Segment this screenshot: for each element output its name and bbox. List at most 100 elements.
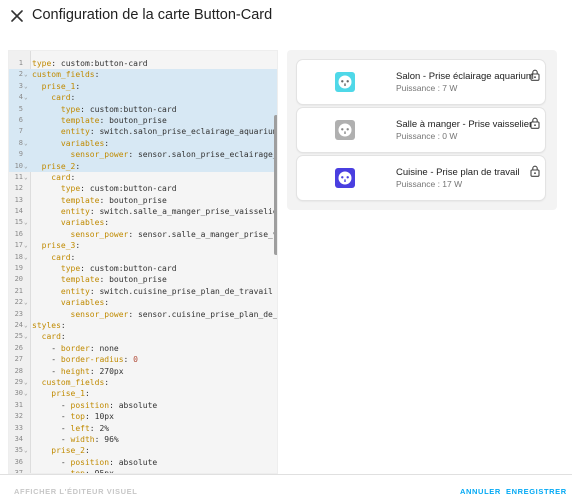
code-key: entity — [60, 207, 90, 217]
code-val: switch.salle_a_manger_prise_vaisselier — [99, 207, 278, 217]
code-key: sensor_power — [70, 150, 129, 160]
code-line[interactable]: 11 ⌄ card: — [9, 172, 277, 183]
code-sep: : — [89, 127, 100, 137]
line-number: 1 — [18, 59, 23, 67]
code-line[interactable]: 14 entity: switch.salle_a_manger_prise_v… — [9, 206, 278, 217]
code-line[interactable]: 8 ⌄ variables: — [9, 137, 277, 150]
code-val: switch.cuisine_prise_plan_de_travail — [99, 286, 273, 296]
code-line[interactable]: 4 ⌄ card: — [9, 92, 277, 104]
fold-chevron-icon[interactable]: ⌄ — [24, 217, 28, 228]
code-val: absolute — [118, 457, 158, 467]
code-key: sensor_power — [70, 309, 129, 319]
code-line[interactable]: 35 ⌄ prise_2: — [9, 445, 277, 456]
code-line[interactable]: 5 type: custom:button-card — [9, 103, 277, 115]
show-visual-editor-button[interactable]: AFFICHER L'ÉDITEUR VISUEL — [14, 487, 137, 496]
code-text: - height: 270px — [32, 366, 123, 377]
card-preview: Salon - Prise éclairage aquarium Puissan… — [287, 50, 557, 210]
code-key: type — [60, 184, 81, 194]
line-number: 29 — [14, 377, 23, 386]
code-line[interactable]: 21 entity: switch.cuisine_prise_plan_de_… — [9, 286, 277, 297]
fold-chevron-icon[interactable]: ⌄ — [24, 377, 28, 388]
code-key: type — [32, 59, 52, 68]
code-line[interactable]: 2 ⌄ custom_fields: — [9, 69, 277, 81]
code-line[interactable]: 7 entity: switch.salon_prise_eclairage_a… — [9, 126, 277, 138]
code-val: 10px — [94, 412, 114, 422]
code-line[interactable]: 1 type: custom:button-card — [9, 58, 277, 69]
code-sep: : — [94, 434, 105, 444]
code-line[interactable]: 34 - width: 96% — [9, 434, 277, 445]
code-line[interactable]: 6 template: bouton_prise — [9, 114, 277, 127]
code-line[interactable]: 30 ⌄ prise_1: — [9, 388, 277, 399]
fold-chevron-icon[interactable]: ⌄ — [24, 69, 28, 80]
code-line[interactable]: 26 - border: none — [9, 343, 277, 354]
fold-chevron-icon[interactable]: ⌄ — [24, 92, 28, 103]
cancel-button[interactable]: ANNULER — [460, 487, 501, 496]
save-button[interactable]: ENREGISTRER — [506, 487, 567, 496]
code-line[interactable]: 27 - border-radius: 0 — [9, 354, 277, 365]
code-key: variables — [60, 298, 105, 308]
code-line[interactable]: 31 - position: absolute — [9, 400, 277, 411]
fold-chevron-icon[interactable]: ⌄ — [24, 172, 28, 183]
fold-chevron-icon[interactable]: ⌄ — [24, 81, 28, 92]
code-line[interactable]: 17 ⌄ prise_3: — [9, 240, 277, 251]
code-text: template: bouton_prise — [32, 274, 167, 285]
line-number: 5 — [18, 104, 23, 113]
close-button[interactable] — [6, 5, 28, 27]
code-line[interactable]: 25 ⌄ card: — [9, 331, 277, 342]
code-line[interactable]: 36 - position: absolute — [9, 457, 277, 468]
lock-icon[interactable] — [530, 165, 540, 177]
code-line[interactable]: 29 ⌄ custom_fields: — [9, 377, 277, 388]
socket-card-cuisine[interactable]: Cuisine - Prise plan de travail Puissanc… — [297, 156, 545, 200]
code-key: position — [70, 457, 110, 467]
code-key: type — [60, 104, 81, 114]
fold-chevron-icon[interactable]: ⌄ — [24, 252, 28, 263]
fold-chevron-icon[interactable]: ⌄ — [24, 240, 28, 251]
code-key: border-radius — [60, 355, 124, 365]
code-line[interactable]: 16 sensor_power: sensor.salle_a_manger_p… — [9, 229, 277, 240]
code-line[interactable]: 24 ⌄ styles: — [9, 320, 277, 331]
code-sep: : — [84, 389, 90, 399]
code-line[interactable]: 33 - left: 2% — [9, 423, 277, 434]
code-text: sensor_power: sensor.salle_a_manger_pris… — [32, 229, 277, 240]
fold-chevron-icon[interactable]: ⌄ — [24, 445, 28, 456]
code-line[interactable]: 23 sensor_power: sensor.cuisine_prise_pl… — [9, 309, 277, 320]
line-number: 8 — [18, 138, 23, 147]
editor-scrollbar[interactable] — [274, 115, 277, 255]
code-text: sensor_power: sensor.cuisine_prise_plan_… — [32, 309, 277, 320]
line-number: 35 — [14, 446, 23, 455]
socket-card-salle-a-manger[interactable]: Salle à manger - Prise vaisselier Puissa… — [297, 108, 545, 152]
lock-icon[interactable] — [530, 69, 540, 81]
fold-chevron-icon[interactable]: ⌄ — [24, 320, 28, 331]
fold-chevron-icon[interactable]: ⌄ — [24, 388, 28, 399]
fold-chevron-icon[interactable]: ⌄ — [24, 331, 28, 342]
fold-chevron-icon[interactable]: ⌄ — [24, 138, 28, 149]
code-sep: : — [51, 59, 61, 68]
code-line[interactable]: 9 sensor_power: sensor.salon_prise_eclai… — [9, 149, 277, 161]
yaml-code-editor[interactable]: 1 type: custom:button-card 2 ⌄ custom_fields… — [8, 50, 278, 474]
socket-card-salon[interactable]: Salon - Prise éclairage aquarium Puissan… — [297, 60, 545, 104]
code-line[interactable]: 13 template: bouton_prise — [9, 195, 277, 206]
code-line[interactable]: 10 ⌄ prise_2: — [9, 160, 277, 172]
code-indent: - — [32, 355, 61, 365]
code-text: variables: — [32, 217, 109, 228]
code-indent: - — [32, 343, 61, 353]
code-line[interactable]: 12 type: custom:button-card — [9, 183, 277, 194]
code-line[interactable]: 28 - height: 270px — [9, 366, 277, 377]
code-line[interactable]: 19 type: custom:button-card — [9, 263, 277, 274]
code-val: bouton_prise — [109, 115, 167, 125]
code-line[interactable]: 18 ⌄ card: — [9, 252, 277, 263]
fold-chevron-icon[interactable]: ⌄ — [24, 161, 28, 172]
code-line[interactable]: 22 ⌄ variables: — [9, 297, 277, 308]
fold-chevron-icon[interactable]: ⌄ — [24, 297, 28, 308]
code-line[interactable]: 32 - top: 10px — [9, 411, 277, 422]
code-line[interactable]: 20 template: bouton_prise — [9, 274, 277, 285]
line-number: 31 — [14, 400, 23, 409]
code-line[interactable]: 15 ⌄ variables: — [9, 217, 277, 228]
code-line[interactable]: 3 ⌄ prise_1: — [9, 80, 277, 93]
line-number: 6 — [18, 115, 23, 124]
lock-icon[interactable] — [530, 117, 540, 129]
